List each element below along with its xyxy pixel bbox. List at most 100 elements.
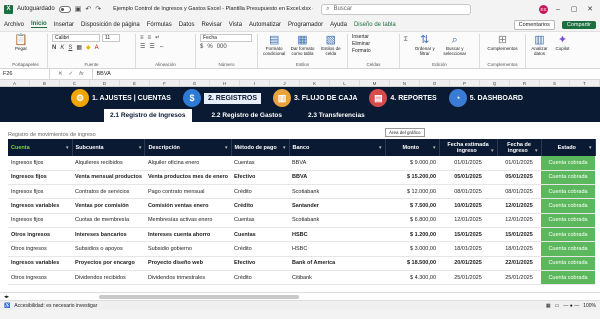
sheet-nav-right-icon[interactable]: ▸ bbox=[7, 294, 10, 300]
column-header-cell[interactable]: I bbox=[240, 80, 270, 86]
column-header-cell[interactable]: B bbox=[30, 80, 60, 86]
column-header-cell[interactable]: A bbox=[0, 80, 30, 86]
cell-estado[interactable]: Cuenta cobrada bbox=[541, 241, 596, 257]
normal-view-icon[interactable]: ▦ bbox=[546, 303, 551, 309]
cell-subcuenta[interactable]: Venta mensual productos bbox=[72, 170, 145, 186]
align-left-icon[interactable]: ☰ bbox=[140, 43, 145, 50]
table-row[interactable]: Otros ingresos Dividendos recibidos Divide… bbox=[8, 270, 596, 286]
minimize-icon[interactable]: – bbox=[552, 6, 564, 13]
cell-subcuenta[interactable]: Proyectos por encargo bbox=[72, 256, 145, 271]
format-cells-button[interactable]: Formato bbox=[352, 48, 395, 54]
column-header-cell[interactable]: F bbox=[150, 80, 180, 86]
cell-descripcion[interactable]: Proyecto diseño web bbox=[144, 256, 232, 271]
column-header-cell[interactable]: M bbox=[360, 80, 390, 86]
cell-estado[interactable]: Cuenta cobrada bbox=[541, 198, 596, 214]
page-layout-icon[interactable]: ▭ bbox=[555, 303, 560, 309]
cell-descripcion[interactable]: Alquiler oficina enero bbox=[144, 156, 232, 171]
cell-fecha-ing[interactable]: 12/01/2025 bbox=[497, 213, 542, 228]
table-row[interactable]: Ingresos fijos Alquileres recibidos Alquil… bbox=[8, 156, 596, 171]
cell-descripcion[interactable]: Intereses cuenta ahorro bbox=[144, 227, 232, 243]
analyze-data-button[interactable]: ▥ Analizar datos bbox=[530, 34, 549, 68]
cell-estado[interactable]: Cuenta cobrada bbox=[541, 270, 596, 286]
borders-icon[interactable]: ▦ bbox=[76, 44, 82, 51]
column-header-cell[interactable]: Q bbox=[480, 80, 510, 86]
cell-cuenta[interactable]: Ingresos fijos bbox=[8, 156, 72, 171]
cell-monto[interactable]: $ 7.500,00 bbox=[385, 198, 440, 214]
align-middle-icon[interactable]: ≡ bbox=[148, 35, 152, 41]
currency-icon[interactable]: $ bbox=[200, 44, 203, 50]
scroll-thumb[interactable] bbox=[99, 294, 300, 299]
tab-datos[interactable]: Datos bbox=[179, 22, 195, 28]
cell-descripcion[interactable]: Membresías activas enero bbox=[144, 213, 232, 228]
cell-monto[interactable]: $ 9.000,00 bbox=[385, 156, 440, 171]
nav-button-5[interactable]: ◔ 5. DASHBOARD bbox=[448, 89, 529, 107]
nav-button-3[interactable]: ▥ 3. FLUJO DE CAJA bbox=[273, 89, 363, 107]
cell-monto[interactable]: $ 6.800,00 bbox=[385, 213, 440, 228]
cell-estado[interactable]: Cuenta cobrada bbox=[541, 156, 596, 171]
font-name-select[interactable]: Calibri bbox=[52, 34, 100, 42]
cell-fecha-est[interactable]: 25/01/2025 bbox=[439, 270, 498, 286]
table-row[interactable]: Ingresos fijos Cuotas de membresía Membres… bbox=[8, 213, 596, 228]
cell-banco[interactable]: Scotiabank bbox=[289, 184, 386, 200]
font-color-icon[interactable]: A bbox=[95, 45, 99, 51]
horizontal-scrollbar[interactable]: ◂ ▸ bbox=[0, 292, 600, 300]
cell-fecha-est[interactable]: 15/01/2025 bbox=[439, 227, 498, 243]
cell-cuenta[interactable]: Otros ingresos bbox=[8, 241, 72, 257]
cell-estado[interactable]: Cuenta cobrada bbox=[541, 227, 596, 243]
sum-icon[interactable]: Σ bbox=[404, 37, 408, 43]
tab-disposicion[interactable]: Disposición de página bbox=[81, 22, 140, 28]
header-descripcion[interactable]: Descripción ▾ bbox=[144, 139, 232, 156]
cell-fecha-ing[interactable]: 01/01/2025 bbox=[497, 156, 542, 171]
cell-subcuenta[interactable]: Subsidios o apoyos bbox=[72, 241, 145, 257]
cell-metodo[interactable]: Cuentas bbox=[231, 213, 290, 228]
subtab-transferencias[interactable]: 2.3 Transferencias bbox=[302, 109, 371, 122]
cell-descripcion[interactable]: Comisión ventas enero bbox=[144, 198, 232, 214]
cell-banco[interactable]: BBVA bbox=[289, 170, 386, 186]
comments-button[interactable]: Comentarios bbox=[513, 19, 555, 30]
align-top-icon[interactable]: ≡ bbox=[140, 35, 144, 41]
bold-icon[interactable]: N bbox=[52, 45, 56, 51]
header-estado[interactable]: Estado ▾ bbox=[541, 139, 596, 156]
share-button[interactable]: Compartir bbox=[561, 20, 596, 29]
header-metodo[interactable]: Método de pago ▾ bbox=[231, 139, 290, 156]
cell-banco[interactable]: Citibank bbox=[289, 270, 386, 286]
underline-icon[interactable]: S bbox=[68, 45, 72, 51]
nav-button-1[interactable]: ⚙ 1. AJUSTES | CUENTAS bbox=[71, 89, 177, 107]
cell-subcuenta[interactable]: Alquileres recibidos bbox=[72, 156, 145, 171]
cell-cuenta[interactable]: Ingresos fijos bbox=[8, 213, 72, 228]
formula-input[interactable]: BBVA bbox=[93, 71, 111, 77]
avatar[interactable]: ES bbox=[539, 4, 548, 14]
cell-banco[interactable]: HSBC bbox=[289, 241, 386, 257]
cell-monto[interactable]: $ 18.500,00 bbox=[385, 256, 440, 271]
redo-icon[interactable]: ↷ bbox=[95, 5, 101, 13]
align-center-icon[interactable]: ☰ bbox=[149, 43, 154, 50]
cell-fecha-est[interactable]: 10/01/2025 bbox=[439, 198, 498, 214]
cell-subcuenta[interactable]: Cuotas de membresía bbox=[72, 213, 145, 228]
tab-diseno-tabla[interactable]: Diseño de tabla bbox=[354, 22, 396, 28]
column-header-cell[interactable]: S bbox=[540, 80, 570, 86]
cell-metodo[interactable]: Crédito bbox=[231, 270, 290, 286]
insert-cells-button[interactable]: Insertar bbox=[352, 34, 395, 40]
cell-cuenta[interactable]: Ingresos fijos bbox=[8, 184, 72, 200]
tab-automatizar[interactable]: Automatizar bbox=[249, 22, 281, 28]
column-header-cell[interactable]: L bbox=[330, 80, 360, 86]
cell-monto[interactable]: $ 4.300,00 bbox=[385, 270, 440, 286]
column-header-cell[interactable]: N bbox=[390, 80, 420, 86]
column-header-cell[interactable]: G bbox=[180, 80, 210, 86]
cell-estado[interactable]: Cuenta cobrada bbox=[541, 184, 596, 200]
undo-icon[interactable]: ↶ bbox=[85, 5, 91, 13]
accessibility-status[interactable]: Accesibilidad: es necesario investigar bbox=[14, 303, 97, 309]
zoom-slider[interactable]: — ● — bbox=[563, 303, 579, 309]
font-size-select[interactable]: 11 bbox=[102, 34, 120, 42]
header-banco[interactable]: Banco ▾ bbox=[289, 139, 386, 156]
maximize-icon[interactable]: ▢ bbox=[568, 5, 580, 13]
cell-metodo[interactable]: Crédito bbox=[231, 198, 290, 214]
cell-fecha-est[interactable]: 12/01/2025 bbox=[439, 213, 498, 228]
cell-estado[interactable]: Cuenta cobrada bbox=[541, 170, 596, 186]
cell-subcuenta[interactable]: Ventas por comisión bbox=[72, 198, 145, 214]
fx-icon[interactable]: fx bbox=[79, 71, 83, 77]
table-row[interactable]: Ingresos fijos Venta mensual productos Ven… bbox=[8, 170, 596, 186]
cell-fecha-ing[interactable]: 05/01/2025 bbox=[497, 170, 542, 186]
wrap-text-icon[interactable]: ↵ bbox=[155, 34, 160, 41]
tab-formulas[interactable]: Fórmulas bbox=[147, 22, 172, 28]
